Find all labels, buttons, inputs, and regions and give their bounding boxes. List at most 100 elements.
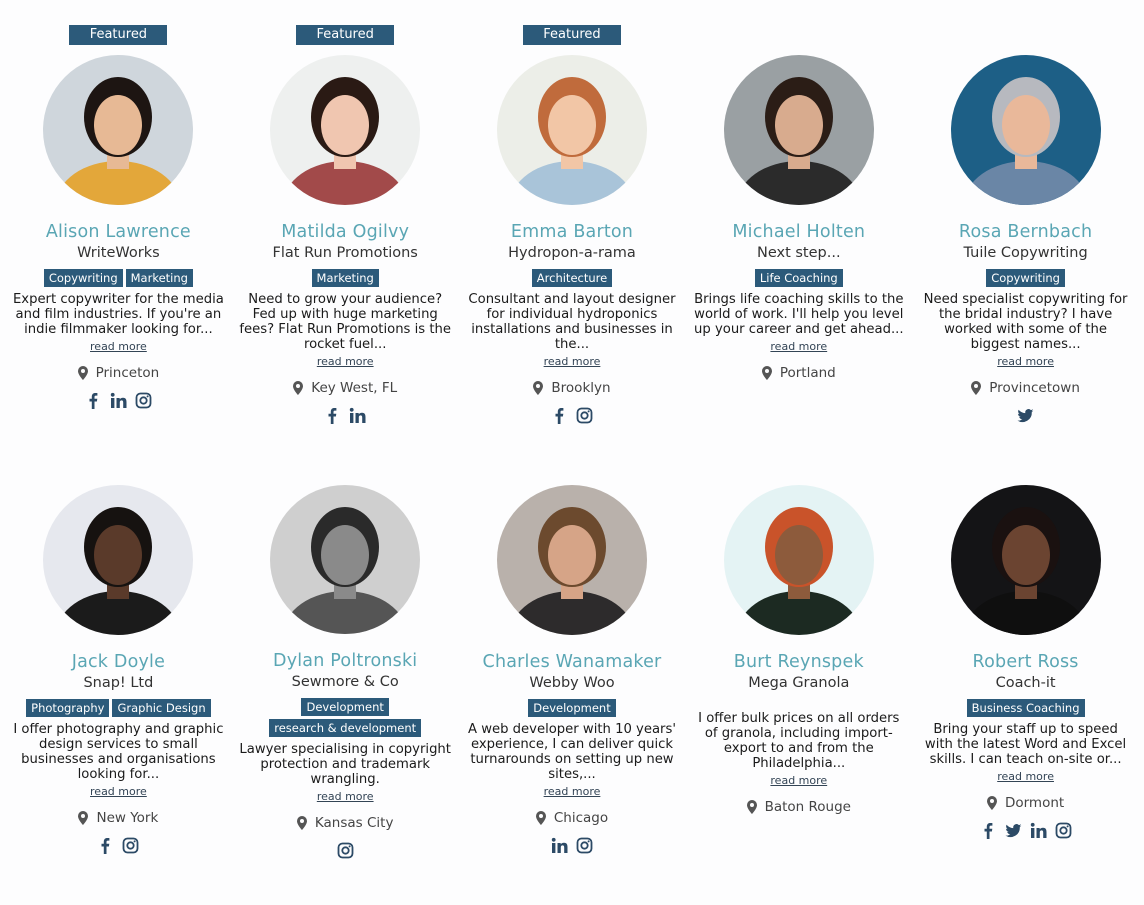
read-more-link[interactable]: read more bbox=[544, 784, 601, 799]
read-more-link[interactable]: read more bbox=[317, 789, 374, 804]
avatar[interactable] bbox=[950, 55, 1101, 205]
company-name: Snap! Ltd bbox=[83, 675, 154, 691]
profile-card: Robert Ross Coach-it Business Coaching Brin… bbox=[912, 430, 1139, 860]
location: Brooklyn bbox=[533, 379, 611, 397]
location-label: Key West, FL bbox=[311, 380, 398, 396]
profile-name[interactable]: Rosa Bernbach bbox=[959, 221, 1092, 243]
featured-badge: Featured bbox=[296, 25, 395, 45]
tag-list: Life Coaching bbox=[754, 269, 843, 287]
profile-name[interactable]: Charles Wanamaker bbox=[483, 651, 662, 673]
company-name: Mega Granola bbox=[748, 675, 850, 691]
read-more-link[interactable]: read more bbox=[544, 354, 601, 369]
map-pin-icon bbox=[533, 381, 544, 395]
tag-list: Development research & development bbox=[240, 698, 450, 738]
facebook-icon[interactable] bbox=[85, 392, 102, 409]
map-pin-icon bbox=[971, 381, 982, 395]
avatar[interactable] bbox=[496, 55, 647, 205]
profile-name[interactable]: Michael Holten bbox=[732, 221, 865, 243]
category-tag[interactable]: Life Coaching bbox=[754, 269, 843, 287]
location: Baton Rouge bbox=[746, 798, 851, 816]
twitter-icon[interactable] bbox=[1005, 822, 1022, 839]
location-label: Chicago bbox=[553, 810, 609, 826]
instagram-icon[interactable] bbox=[337, 842, 354, 859]
read-more-link[interactable]: read more bbox=[997, 354, 1054, 369]
avatar[interactable] bbox=[43, 55, 194, 205]
avatar[interactable] bbox=[43, 485, 194, 635]
avatar[interactable] bbox=[270, 485, 421, 635]
company-name: Next step... bbox=[756, 245, 841, 261]
facebook-icon[interactable] bbox=[324, 407, 341, 424]
instagram-icon[interactable] bbox=[135, 392, 152, 409]
profile-card: Rosa Bernbach Tuile Copywriting Copywritin… bbox=[912, 0, 1139, 430]
instagram-icon[interactable] bbox=[1055, 822, 1072, 839]
avatar[interactable] bbox=[723, 485, 874, 635]
category-tag[interactable]: Copywriting bbox=[43, 269, 123, 287]
social-links bbox=[980, 820, 1072, 840]
profile-name[interactable]: Matilda Ogilvy bbox=[281, 221, 409, 243]
profile-name[interactable]: Jack Doyle bbox=[72, 651, 165, 673]
featured-badge: Featured bbox=[69, 25, 168, 45]
location-label: Portland bbox=[779, 365, 836, 381]
category-tag[interactable]: Marketing bbox=[125, 269, 193, 287]
company-name: Flat Run Promotions bbox=[272, 245, 418, 261]
location: Key West, FL bbox=[293, 379, 397, 397]
social-links bbox=[85, 390, 152, 410]
read-more-link[interactable]: read more bbox=[90, 339, 147, 354]
facebook-icon[interactable] bbox=[551, 407, 568, 424]
read-more-link[interactable]: read more bbox=[770, 773, 827, 788]
avatar[interactable] bbox=[496, 485, 647, 635]
social-links bbox=[551, 405, 593, 425]
category-tag[interactable]: Architecture bbox=[531, 269, 613, 287]
linkedin-icon[interactable] bbox=[110, 392, 127, 409]
linkedin-icon[interactable] bbox=[1030, 822, 1047, 839]
read-more-link[interactable]: read more bbox=[90, 784, 147, 799]
linkedin-icon[interactable] bbox=[551, 837, 568, 854]
profile-card: Burt Reynspek Mega Granola I offer bulk pr… bbox=[685, 430, 912, 860]
instagram-icon[interactable] bbox=[576, 407, 593, 424]
profile-card: Jack Doyle Snap! Ltd Photography Graphic De… bbox=[5, 430, 232, 860]
social-links bbox=[551, 835, 593, 855]
profile-card: Featured Emma Barton Hydropon-a-rama Archi… bbox=[459, 0, 686, 430]
instagram-icon[interactable] bbox=[576, 837, 593, 854]
profile-description: Consultant and layout designer for indiv… bbox=[468, 292, 676, 352]
category-tag[interactable]: Development bbox=[301, 698, 389, 717]
location-label: Kansas City bbox=[314, 815, 394, 832]
facebook-icon[interactable] bbox=[97, 837, 114, 854]
social-links bbox=[1017, 405, 1034, 425]
facebook-icon[interactable] bbox=[980, 822, 997, 839]
category-tag[interactable]: Graphic Design bbox=[112, 699, 211, 717]
map-pin-icon bbox=[296, 816, 307, 831]
map-pin-icon bbox=[535, 811, 546, 825]
company-name: WriteWorks bbox=[77, 245, 160, 261]
category-tag[interactable]: Copywriting bbox=[986, 269, 1065, 287]
twitter-icon[interactable] bbox=[1017, 407, 1034, 424]
linkedin-icon[interactable] bbox=[349, 407, 366, 424]
avatar[interactable] bbox=[723, 55, 874, 205]
read-more-link[interactable]: read more bbox=[770, 339, 827, 354]
profile-description: Expert copywriter for the media and film… bbox=[12, 292, 224, 337]
profile-grid: Featured Alison Lawrence WriteWorks Copywr… bbox=[0, 0, 1144, 860]
avatar[interactable] bbox=[950, 485, 1101, 635]
profile-name[interactable]: Emma Barton bbox=[511, 221, 633, 243]
profile-name[interactable]: Burt Reynspek bbox=[734, 651, 864, 673]
category-tag[interactable]: Photography bbox=[26, 699, 110, 717]
profile-description: A web developer with 10 years' experienc… bbox=[468, 722, 676, 782]
profile-name[interactable]: Alison Lawrence bbox=[46, 221, 191, 243]
profile-name[interactable]: Robert Ross bbox=[973, 651, 1079, 673]
category-tag[interactable]: research & development bbox=[269, 719, 422, 738]
profile-description: Brings life coaching skills to the world… bbox=[694, 292, 904, 337]
tag-list: Development bbox=[528, 699, 616, 717]
profile-name[interactable]: Dylan Poltronski bbox=[273, 650, 417, 672]
location: Princeton bbox=[77, 364, 159, 382]
avatar[interactable] bbox=[270, 55, 421, 205]
read-more-link[interactable]: read more bbox=[997, 769, 1054, 784]
location: Kansas City bbox=[296, 814, 394, 832]
category-tag[interactable]: Development bbox=[528, 699, 616, 717]
profile-card: Michael Holten Next step... Life Coaching B… bbox=[685, 0, 912, 430]
category-tag[interactable]: Marketing bbox=[311, 269, 379, 287]
category-tag[interactable]: Business Coaching bbox=[966, 699, 1085, 717]
instagram-icon[interactable] bbox=[122, 837, 139, 854]
profile-description: I offer photography and graphic design s… bbox=[13, 722, 224, 782]
location: Dormont bbox=[986, 794, 1064, 812]
read-more-link[interactable]: read more bbox=[317, 354, 374, 369]
